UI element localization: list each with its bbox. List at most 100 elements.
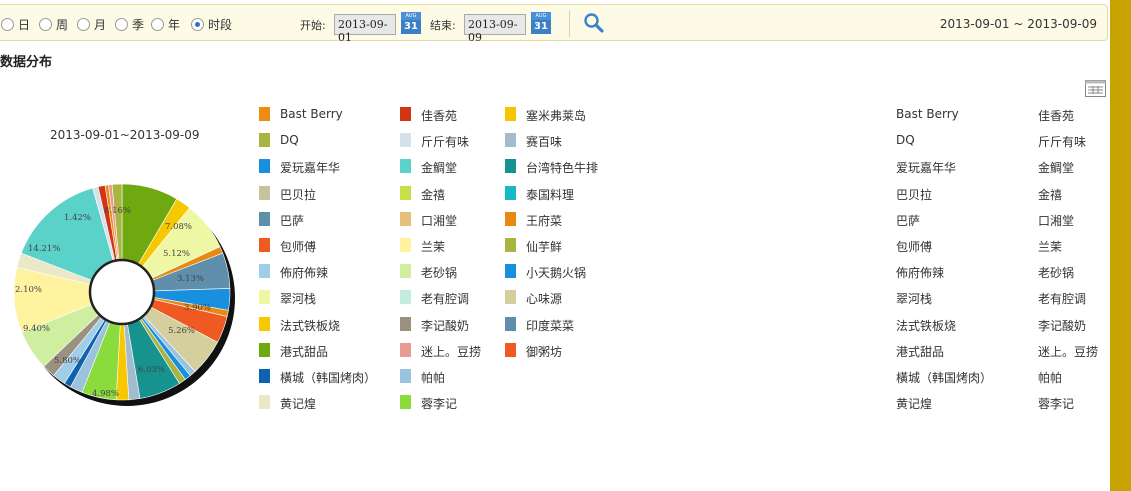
legend-label: 佳香苑	[421, 109, 458, 123]
legend-swatch	[505, 264, 516, 279]
legend-label: 口湘堂	[421, 213, 458, 228]
table-cell: 爱玩嘉年华	[896, 161, 957, 176]
radio-circle[interactable]	[1, 17, 14, 31]
legend-label: 迷上。豆捞	[421, 344, 482, 359]
end-label: 结束:	[430, 19, 456, 32]
legend-label: 黄记煌	[280, 397, 317, 412]
data-label: 1.42%	[64, 213, 91, 223]
legend-swatch	[259, 342, 270, 357]
legend-label: 法式铁板烧	[280, 318, 341, 333]
legend-swatch	[259, 211, 270, 226]
legend-label: 翠河栈	[280, 292, 317, 307]
radio-label: 季	[132, 17, 145, 32]
table-cell: 迷上。豆捞	[1038, 344, 1099, 359]
legend-label: 心味源	[526, 292, 563, 307]
table-cell: 黄记煌	[896, 397, 933, 412]
toolbar-divider	[569, 10, 570, 37]
table-cell: 老有腔调	[1038, 292, 1087, 307]
legend-label: 港式甜品	[280, 344, 329, 359]
legend-swatch	[400, 185, 411, 200]
legend-label: 仙芋鲜	[526, 240, 563, 254]
table-cell: 口湘堂	[1038, 213, 1075, 228]
legend-swatch	[505, 133, 516, 148]
legend-swatch	[400, 316, 411, 331]
table-cell: 法式铁板烧	[896, 318, 957, 333]
table-cell: 帕帕	[1038, 371, 1063, 385]
table-cell: 金鲷堂	[1038, 161, 1075, 176]
data-label: 4.98%	[92, 389, 119, 399]
legend-swatch	[505, 107, 516, 121]
radio-circle[interactable]	[115, 17, 128, 31]
table-cell: 金禧	[1038, 187, 1063, 202]
legend-swatch	[400, 133, 411, 148]
table-cell: 老砂锅	[1038, 266, 1075, 281]
right-edge-bar	[1110, 0, 1131, 491]
radio-circle[interactable]	[39, 17, 52, 31]
table-cell: 李记酸奶	[1038, 318, 1087, 333]
radio-circle[interactable]	[151, 17, 164, 31]
period-radio-1[interactable]: 周	[39, 16, 68, 32]
legend-swatch	[259, 395, 270, 410]
period-radio-4[interactable]: 年	[151, 16, 180, 32]
legend-swatch	[400, 159, 411, 174]
legend-swatch	[505, 290, 516, 305]
legend-label: 赛百味	[526, 135, 563, 150]
legend-swatch	[259, 107, 270, 121]
start-date-input[interactable]: 2013-09-01	[334, 14, 396, 44]
pie-chart: 8.16% 7.08% 5.12% 3.13% 3.90% 5.26% 6.03% 4.98%…	[13, 183, 235, 406]
radio-label: 时段	[208, 17, 233, 32]
data-label: 2.10%	[15, 285, 42, 295]
table-view-icon[interactable]	[1085, 80, 1106, 97]
table-cell: 蓉李记	[1038, 397, 1075, 412]
legend-swatch	[505, 159, 516, 174]
legend-label: 老有腔调	[421, 292, 470, 307]
period-radio-5[interactable]: 时段	[191, 16, 232, 32]
end-date-input[interactable]: 2013-09-09	[464, 14, 526, 44]
legend-swatch	[400, 211, 411, 226]
page: { "toolbar": { "period_options": [ {"lab…	[0, 0, 1131, 491]
legend-label: 老砂锅	[421, 266, 458, 281]
legend-label: 佈府佈辣	[280, 266, 329, 281]
legend-swatch	[400, 238, 411, 252]
legend-swatch	[400, 395, 411, 410]
legend-swatch	[259, 290, 270, 305]
table-cell: 佳香苑	[1038, 109, 1075, 123]
table-cell: Bast Berry	[896, 107, 959, 121]
radio-circle[interactable]	[77, 17, 90, 31]
legend-swatch	[505, 185, 516, 200]
legend-label: 巴萨	[280, 213, 305, 228]
legend-label: 包师傅	[280, 240, 317, 254]
legend-swatch	[505, 316, 516, 331]
start-label: 开始:	[300, 19, 326, 32]
radio-circle[interactable]	[191, 17, 204, 31]
data-label: 8.16%	[104, 206, 131, 216]
table-cell: 兰茉	[1038, 240, 1063, 254]
end-calendar-icon[interactable]: AUG 31	[531, 12, 551, 34]
period-radio-2[interactable]: 月	[77, 16, 106, 32]
period-radio-3[interactable]: 季	[115, 16, 144, 32]
table-cell: 翠河栈	[896, 292, 933, 307]
legend-swatch	[505, 238, 516, 252]
legend-swatch	[400, 342, 411, 357]
legend-label: 李记酸奶	[421, 318, 470, 333]
legend-swatch	[259, 133, 270, 148]
table-cell: 斤斤有味	[1038, 135, 1087, 150]
period-radio-0[interactable]: 日	[1, 16, 30, 32]
radio-label: 月	[94, 17, 107, 32]
table-cell: 港式甜品	[896, 344, 945, 359]
legend-label: 塞米弗莱岛	[526, 109, 587, 123]
legend-swatch	[259, 185, 270, 200]
legend-swatch	[505, 342, 516, 357]
data-label: 3.13%	[177, 274, 204, 284]
legend-label: 台湾特色牛排	[526, 161, 599, 176]
legend-label: 御粥坊	[526, 344, 563, 359]
chart-title: 2013-09-01~2013-09-09	[50, 128, 200, 142]
legend-swatch	[259, 369, 270, 383]
start-calendar-icon[interactable]: AUG 31	[401, 12, 421, 34]
radio-label: 日	[18, 17, 31, 32]
data-label: 14.21%	[28, 244, 60, 254]
table-cell: DQ	[896, 133, 915, 148]
legend-label: 小天鹅火锅	[526, 266, 587, 281]
data-label: 5.80%	[54, 356, 81, 366]
search-icon[interactable]	[582, 11, 606, 35]
